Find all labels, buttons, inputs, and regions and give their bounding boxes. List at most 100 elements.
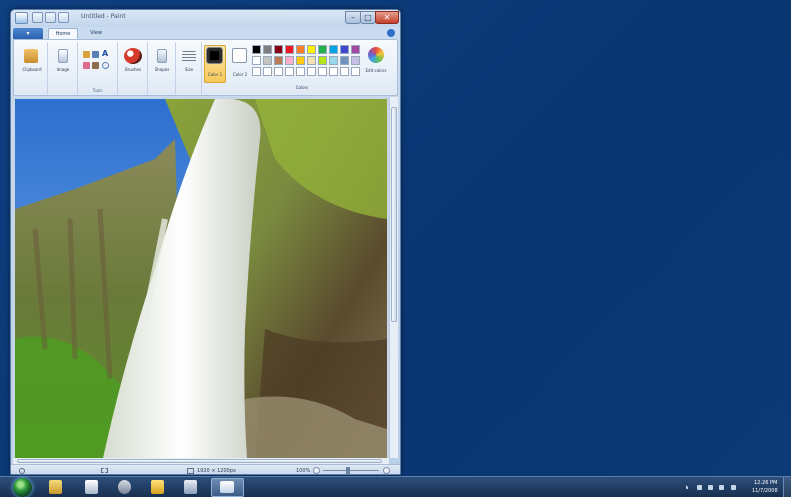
show-hidden-icons-arrow-icon[interactable] xyxy=(686,485,690,489)
palette-swatch[interactable] xyxy=(263,45,272,54)
taskbar-documents-icon[interactable] xyxy=(85,480,98,494)
clock-time[interactable]: 12:26 PM xyxy=(754,480,777,486)
palette-swatch[interactable] xyxy=(285,45,294,54)
minimize-button[interactable]: – xyxy=(345,11,361,24)
action-center-flag-icon[interactable] xyxy=(697,485,702,490)
zoom-slider-thumb[interactable] xyxy=(346,467,350,474)
quick-access-undo-icon[interactable] xyxy=(45,12,56,23)
size-icon[interactable] xyxy=(182,51,196,63)
color-palette xyxy=(252,45,362,81)
brushes-group: Brushes xyxy=(118,42,148,94)
horizontal-scroll-thumb[interactable] xyxy=(17,459,382,463)
palette-swatch[interactable] xyxy=(274,67,283,76)
volume-icon[interactable] xyxy=(731,485,736,490)
brushes-icon[interactable] xyxy=(124,48,142,64)
brushes-label[interactable]: Brushes xyxy=(119,67,147,72)
image-size-text: 1920 × 1200px xyxy=(197,468,236,474)
palette-swatch[interactable] xyxy=(307,67,316,76)
vertical-scrollbar[interactable] xyxy=(389,97,398,458)
edit-colors-icon[interactable] xyxy=(368,47,384,63)
maximize-button[interactable]: □ xyxy=(360,11,376,24)
tab-view[interactable]: View xyxy=(83,28,109,39)
palette-swatch[interactable] xyxy=(351,45,360,54)
edit-colors-label[interactable]: Edit colors xyxy=(362,68,390,73)
palette-swatch[interactable] xyxy=(307,56,316,65)
palette-swatch[interactable] xyxy=(263,56,272,65)
quick-access-save-icon[interactable] xyxy=(32,12,43,23)
palette-swatch[interactable] xyxy=(351,56,360,65)
palette-swatch[interactable] xyxy=(285,56,294,65)
color2-swatch[interactable] xyxy=(232,48,247,63)
display-icon[interactable] xyxy=(719,485,724,490)
taskbar-explorer-icon[interactable] xyxy=(49,480,62,494)
clipboard-group: Clipboard xyxy=(16,42,48,94)
zoom-in-button[interactable] xyxy=(383,467,390,474)
palette-swatch[interactable] xyxy=(340,56,349,65)
paint-menu-button[interactable]: ▾ xyxy=(13,28,43,39)
zoom-slider[interactable] xyxy=(323,470,379,471)
size-group: Size xyxy=(176,42,202,94)
size-label[interactable]: Size xyxy=(175,67,203,72)
canvas-image[interactable] xyxy=(15,99,387,458)
zoom-level: 100% xyxy=(296,468,311,474)
image-icon[interactable] xyxy=(58,49,68,63)
pencil-icon[interactable] xyxy=(83,51,90,58)
clipboard-icon[interactable] xyxy=(24,49,38,63)
palette-swatch[interactable] xyxy=(296,56,305,65)
canvas-area[interactable] xyxy=(13,97,389,458)
start-button[interactable] xyxy=(13,478,32,497)
fill-icon[interactable] xyxy=(92,51,99,58)
color1-label[interactable]: Color 1 xyxy=(201,72,229,77)
taskbar-media-player-icon[interactable] xyxy=(118,480,131,494)
shapes-label[interactable]: Shapes xyxy=(148,67,176,72)
zoom-out-button[interactable] xyxy=(313,467,320,474)
color2-label[interactable]: Color 2 xyxy=(226,72,254,77)
palette-swatch[interactable] xyxy=(329,56,338,65)
taskbar-notepad-icon[interactable] xyxy=(184,480,197,494)
taskbar-folder-icon[interactable] xyxy=(151,480,164,494)
color1-swatch[interactable] xyxy=(206,47,223,64)
network-icon[interactable] xyxy=(708,485,713,490)
palette-swatch[interactable] xyxy=(263,67,272,76)
palette-swatch[interactable] xyxy=(329,45,338,54)
palette-swatch[interactable] xyxy=(296,45,305,54)
tab-home[interactable]: Home xyxy=(48,28,78,39)
palette-swatch[interactable] xyxy=(340,67,349,76)
cursor-position-icon xyxy=(19,468,25,474)
palette-swatch[interactable] xyxy=(318,67,327,76)
taskbar-paint-icon[interactable] xyxy=(220,481,234,493)
taskbar: 12:26 PM 11/7/2008 xyxy=(0,476,791,497)
color-picker-icon[interactable] xyxy=(92,62,99,69)
clock-date[interactable]: 11/7/2008 xyxy=(752,488,778,494)
clipboard-label[interactable]: Clipboard xyxy=(18,67,46,72)
tools-group: A Tools xyxy=(78,42,118,94)
palette-swatch[interactable] xyxy=(318,56,327,65)
palette-swatch[interactable] xyxy=(329,67,338,76)
palette-swatch[interactable] xyxy=(274,56,283,65)
palette-swatch[interactable] xyxy=(252,45,261,54)
palette-swatch[interactable] xyxy=(285,67,294,76)
show-desktop-button[interactable] xyxy=(783,477,791,497)
ribbon-home: Clipboard Image A Tools Brushes Shapes S… xyxy=(13,39,398,96)
image-label[interactable]: Image xyxy=(49,67,77,72)
palette-swatch[interactable] xyxy=(351,67,360,76)
palette-swatch[interactable] xyxy=(252,67,261,76)
vertical-scroll-thumb[interactable] xyxy=(391,107,397,322)
palette-swatch[interactable] xyxy=(274,45,283,54)
window-title: Untitled - Paint xyxy=(81,13,126,20)
palette-swatch[interactable] xyxy=(307,45,316,54)
palette-swatch[interactable] xyxy=(318,45,327,54)
help-icon[interactable] xyxy=(387,29,395,37)
text-tool-icon[interactable]: A xyxy=(102,50,109,58)
palette-swatch[interactable] xyxy=(252,56,261,65)
palette-swatch[interactable] xyxy=(296,67,305,76)
tools-label: Tools xyxy=(92,88,103,93)
close-button[interactable]: ✕ xyxy=(375,11,399,24)
palette-swatch[interactable] xyxy=(340,45,349,54)
title-bar[interactable]: Untitled - Paint – □ ✕ xyxy=(11,10,400,27)
shapes-icon[interactable] xyxy=(157,49,167,63)
magnifier-icon[interactable] xyxy=(102,62,109,69)
eraser-icon[interactable] xyxy=(83,62,90,69)
quick-access-redo-icon[interactable] xyxy=(58,12,69,23)
paint-app-icon[interactable] xyxy=(15,12,28,24)
